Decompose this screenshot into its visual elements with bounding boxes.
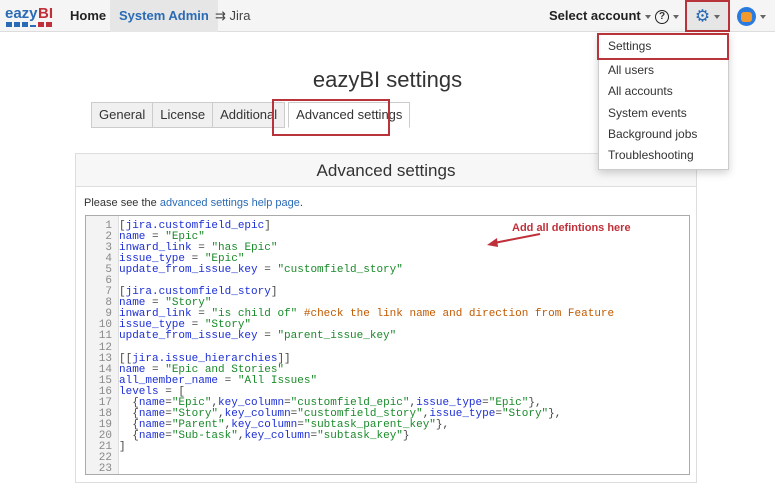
- menu-item-background-jobs[interactable]: Background jobs: [599, 124, 728, 145]
- line-text: [116, 464, 126, 475]
- code-token: =: [495, 407, 502, 420]
- chevron-down-icon: [760, 14, 766, 19]
- code-token: key_column: [244, 429, 311, 442]
- code-line: 23: [86, 463, 614, 476]
- line-text: {name="Sub-task",key_column="subtask_key…: [116, 429, 410, 442]
- code-content: 1 [jira.customfield_epic] 2 name = "Epic" 3 i…: [86, 220, 615, 476]
- code-token: update_from_issue_key: [119, 264, 258, 277]
- code-token: },: [548, 407, 562, 420]
- annotation-arrow-icon: [487, 233, 541, 247]
- code-editor[interactable]: 1 [jira.customfield_epic] 2 name = "Epic" 3 i…: [85, 215, 690, 475]
- nav-home[interactable]: Home: [62, 0, 114, 32]
- code-token: update_from_issue_key: [119, 330, 258, 343]
- code-token: "Story": [501, 407, 549, 420]
- menu-item-troubleshooting[interactable]: Troubleshooting: [599, 145, 728, 166]
- tab-license[interactable]: License: [152, 102, 214, 128]
- settings-item-highlight: [597, 33, 729, 60]
- line-number: 13: [98, 352, 112, 365]
- code-token: },: [435, 418, 450, 431]
- chevron-down-icon: [673, 14, 679, 19]
- tab-highlight: [272, 99, 390, 136]
- help-suffix: .: [299, 197, 303, 209]
- code-token: ]: [264, 220, 271, 232]
- code-token: "Sub-task": [171, 429, 238, 442]
- code-token: #check the link name and direction from …: [297, 308, 615, 321]
- code-token: =: [165, 429, 172, 442]
- code-token: ]: [270, 286, 278, 299]
- tab-general[interactable]: General: [91, 102, 154, 128]
- code-token: "customfield_story": [277, 264, 403, 277]
- code-token: =: [257, 330, 278, 343]
- select-account-dropdown[interactable]: Select account: [549, 0, 651, 32]
- code-line: 21]: [86, 441, 614, 453]
- svg-text:BI: BI: [38, 5, 53, 22]
- line-number: 23: [98, 463, 112, 476]
- code-token: }: [402, 429, 410, 442]
- user-avatar-button[interactable]: [737, 0, 766, 32]
- jira-icon: ⇉: [215, 8, 226, 23]
- help-icon: ?: [655, 9, 669, 24]
- menu-item-all-accounts[interactable]: All accounts: [599, 81, 728, 102]
- code-token: name: [138, 429, 166, 442]
- code-token: =: [257, 264, 278, 277]
- help-link[interactable]: advanced settings help page: [160, 197, 300, 209]
- line-number: 11: [98, 330, 112, 343]
- code-line: 20 {name="Sub-task",key_column="subtask_…: [86, 429, 614, 442]
- chevron-down-icon: [644, 14, 651, 19]
- help-menu-button[interactable]: ?: [655, 0, 679, 32]
- svg-text:eazy: eazy: [5, 5, 38, 22]
- code-line: 11 update_from_issue_key = "parent_issue_…: [86, 331, 614, 342]
- code-line: 22: [86, 452, 614, 464]
- nav-jira[interactable]: ⇉ Jira: [207, 0, 258, 32]
- line-number: 14: [98, 363, 112, 376]
- avatar: [737, 7, 756, 27]
- select-account-label: Select account: [549, 8, 641, 23]
- nav-system-admin[interactable]: System Admin: [110, 0, 218, 32]
- menu-item-all-users[interactable]: All users: [599, 60, 728, 81]
- help-text: Please see the advanced settings help pa…: [84, 197, 303, 209]
- line-number: 12: [98, 341, 112, 354]
- help-prefix: Please see the: [84, 197, 160, 209]
- line-text: update_from_issue_key = "parent_issue_ke…: [116, 331, 396, 342]
- settings-highlight: [685, 0, 730, 32]
- code-token: "All Issues": [237, 374, 318, 387]
- code-token: "subtask_key": [317, 429, 403, 442]
- code-token: =: [218, 374, 238, 387]
- top-nav: eazy BI Home System Admin ⇉ Jira Select …: [0, 0, 775, 32]
- code-line: 5 update_from_issue_key = "customfield_st…: [86, 265, 614, 276]
- eazybi-logo[interactable]: eazy BI: [5, 2, 55, 30]
- line-text: update_from_issue_key = "customfield_sto…: [116, 265, 403, 276]
- code-token: "parent_issue_key": [277, 330, 397, 343]
- menu-item-system-events[interactable]: System events: [599, 103, 728, 124]
- nav-jira-label: Jira: [229, 8, 251, 23]
